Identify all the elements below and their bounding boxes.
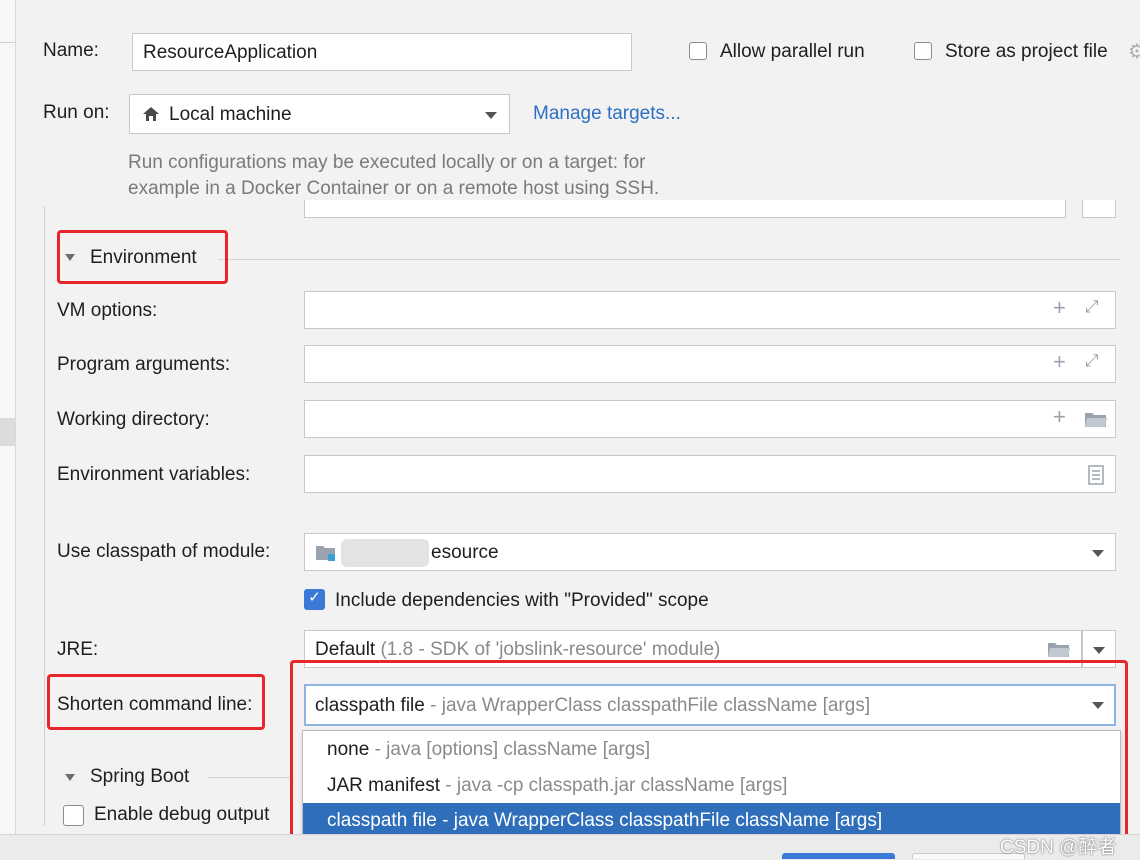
blurred-module-name xyxy=(341,539,429,567)
spring-boot-section-title[interactable]: Spring Boot xyxy=(90,766,189,788)
expand-icon[interactable]: ⤢ xyxy=(1085,351,1099,371)
selected-config-item[interactable] xyxy=(0,418,15,446)
expand-icon[interactable]: ⤢ xyxy=(1085,297,1099,317)
jre-value-detail: (1.8 - SDK of 'jobslink-resource' module… xyxy=(380,639,721,660)
home-icon xyxy=(143,107,159,121)
clipped-field-button[interactable] xyxy=(1082,200,1116,218)
allow-parallel-run-label: Allow parallel run xyxy=(720,41,865,62)
manage-targets-link[interactable]: Manage targets... xyxy=(533,103,681,125)
highlight-box-environment xyxy=(57,230,228,284)
plus-icon[interactable]: + xyxy=(1053,404,1066,430)
plus-icon[interactable]: + xyxy=(1053,295,1066,321)
working-directory-label: Working directory: xyxy=(57,409,210,430)
spring-boot-separator xyxy=(208,777,290,778)
run-on-hint-line2: example in a Docker Container or on a re… xyxy=(128,178,660,199)
name-input[interactable]: ResourceApplication xyxy=(132,33,632,71)
jre-value-main: Default xyxy=(315,639,376,660)
debug-output-checkbox[interactable] xyxy=(63,805,84,826)
module-combo[interactable]: esource xyxy=(304,533,1116,571)
program-arguments-input[interactable]: + ⤢ xyxy=(304,345,1116,383)
debug-output-label: Enable debug output xyxy=(94,804,270,825)
list-divider xyxy=(0,42,15,43)
chevron-down-icon xyxy=(1093,647,1105,654)
store-as-project-file-label: Store as project file xyxy=(945,41,1108,62)
document-icon[interactable] xyxy=(1088,465,1104,485)
name-label: Name: xyxy=(43,40,99,61)
chevron-down-icon xyxy=(485,112,497,119)
watermark-text: CSDN @醉者 xyxy=(1000,837,1117,858)
run-on-label: Run on: xyxy=(43,102,110,123)
collapse-triangle-icon[interactable] xyxy=(65,774,75,781)
run-on-combo[interactable]: Local machine xyxy=(129,94,510,134)
chevron-down-icon xyxy=(1092,550,1104,557)
vm-options-input[interactable]: + ⤢ xyxy=(304,291,1116,329)
environment-variables-label: Environment variables: xyxy=(57,464,251,485)
plus-icon[interactable]: + xyxy=(1053,349,1066,375)
allow-parallel-run-checkbox[interactable] xyxy=(689,42,707,60)
run-on-value: Local machine xyxy=(169,104,292,125)
program-arguments-label: Program arguments: xyxy=(57,354,231,375)
highlight-box-shorten-dropdown xyxy=(290,660,1128,850)
module-value: esource xyxy=(431,542,499,563)
environment-separator xyxy=(218,259,1120,260)
store-as-project-file-checkbox[interactable] xyxy=(914,42,932,60)
module-folder-icon xyxy=(316,546,335,561)
working-directory-input[interactable]: + xyxy=(304,400,1116,438)
environment-variables-input[interactable] xyxy=(304,455,1116,493)
folder-icon[interactable] xyxy=(1047,641,1071,659)
clipped-field[interactable] xyxy=(304,200,1066,218)
include-provided-label: Include dependencies with "Provided" sco… xyxy=(335,590,709,611)
highlight-box-shorten-label xyxy=(47,674,265,730)
config-list-strip xyxy=(0,0,16,859)
jre-label: JRE: xyxy=(57,639,99,660)
include-provided-checkbox[interactable]: ✓ xyxy=(304,589,325,610)
vm-options-label: VM options: xyxy=(57,300,158,321)
gear-icon[interactable]: ⚙ xyxy=(1128,39,1140,64)
ok-button[interactable] xyxy=(782,853,895,859)
panel-left-border xyxy=(44,206,45,826)
run-on-hint-line1: Run configurations may be executed local… xyxy=(128,152,646,173)
module-label: Use classpath of module: xyxy=(57,541,271,562)
jre-value: Default (1.8 - SDK of 'jobslink-resource… xyxy=(315,639,720,661)
name-value: ResourceApplication xyxy=(143,42,318,63)
folder-icon[interactable] xyxy=(1084,411,1108,429)
